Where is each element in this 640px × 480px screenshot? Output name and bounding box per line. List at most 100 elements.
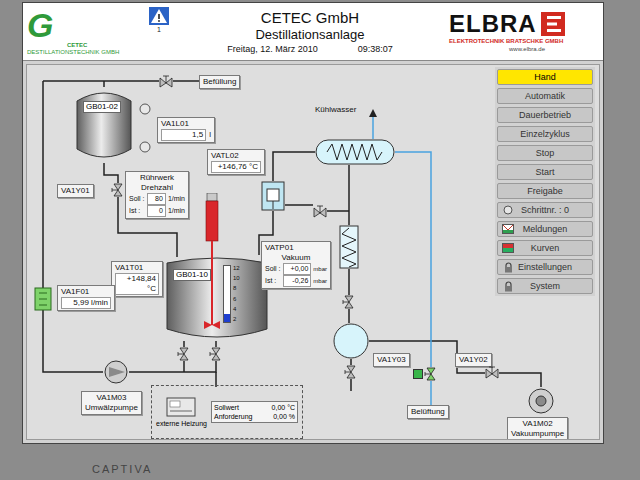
fill-valve-icon[interactable]	[159, 74, 173, 88]
row-label: Sollwert	[214, 403, 239, 412]
receiver-drain-valve-icon[interactable]	[344, 365, 358, 379]
vent-actuator-icon[interactable]	[413, 369, 423, 379]
vessel-temp-box[interactable]: VA1T01+148,84 °C	[111, 261, 163, 297]
level-sensor-box[interactable]: VA1L011,5l	[157, 117, 215, 143]
level-fill	[224, 314, 230, 322]
receiver-inlet-valve-icon[interactable]	[342, 295, 356, 309]
scale-tick: 2	[233, 316, 240, 323]
agitator-box[interactable]: RührwerkDrehzahlSoll :801/minIst :01/min	[125, 171, 189, 219]
scale-tick: 8	[233, 285, 240, 292]
flowmeter-icon	[34, 287, 52, 311]
menu-button[interactable]: Stop	[497, 145, 593, 161]
row-unit: 1/min	[168, 206, 185, 216]
row-label: Soll :	[265, 264, 281, 274]
menu-label: Schrittnr. : 0	[515, 205, 589, 216]
step-icon	[503, 205, 513, 215]
circ-pump-label: VA1M03Umwälzpumpe	[81, 391, 142, 415]
title: Destillationsanlage	[255, 27, 364, 43]
elbra-url: www.elbra.de	[449, 45, 599, 53]
menu-button[interactable]: Start	[497, 164, 593, 180]
menu-button[interactable]: System	[497, 278, 593, 294]
menu-icon-slot	[501, 205, 515, 215]
receiver-icon	[333, 323, 369, 359]
menu-label: Einstellungen	[515, 262, 589, 273]
menu-button[interactable]: Meldungen	[497, 221, 593, 237]
menu-label: Meldungen	[515, 224, 589, 235]
heat-exchanger-icon	[339, 225, 359, 269]
messages-icon	[502, 224, 514, 234]
menu-button[interactable]: Dauerbetrieb	[497, 107, 593, 123]
vacuum-valve-tag: VA1Y02	[455, 353, 492, 367]
menu-button[interactable]: Schrittnr. : 0	[497, 202, 593, 218]
vent-valve-icon[interactable]	[424, 367, 438, 381]
heater-row: Sollwert 0,00 °C	[214, 403, 295, 412]
vent-label: Belüftung	[407, 405, 449, 419]
menu-label: Freigabe	[515, 186, 589, 197]
row-value: +0,00	[283, 263, 311, 275]
row-value: -0,26	[283, 275, 311, 287]
inlet-valve-icon[interactable]	[111, 183, 125, 197]
scale-tick: 6	[233, 296, 240, 303]
vacuum-pump-icon[interactable]	[527, 387, 555, 415]
condensate-valve-icon[interactable]	[313, 204, 327, 218]
menu-label: Stop	[515, 148, 589, 159]
vacuum-row: Soll :+0,00mbar	[265, 263, 327, 275]
temperature-sensor-icon	[261, 181, 285, 211]
tag: VA1T01	[115, 263, 159, 273]
vessel-label: GB01-10	[173, 269, 211, 281]
heater-row: Anforderung0,00 %	[214, 412, 295, 421]
unit: l	[209, 130, 211, 140]
date-time: Freitag, 12. März 201009:38:07	[227, 43, 393, 55]
menu-button[interactable]: Freigabe	[497, 183, 593, 199]
curves-icon	[502, 243, 514, 253]
agitator-row: Soll :801/min	[129, 193, 185, 205]
menu-icon-slot	[501, 243, 515, 253]
menu-icon-slot	[501, 262, 515, 273]
tag: VATP01	[265, 243, 327, 253]
menu-button[interactable]: Hand	[497, 69, 593, 85]
alarm-indicator[interactable]: 1	[147, 7, 171, 34]
vapor-temp-box[interactable]: VATL02+146,76 °C	[207, 149, 265, 175]
logo-mark: G	[27, 8, 147, 42]
menu-label: Dauerbetrieb	[515, 110, 589, 121]
tag: VA1M03	[85, 393, 138, 403]
elbra-logo-icon	[541, 12, 565, 36]
scale-tick: 12	[233, 265, 240, 272]
return-valve-icon[interactable]	[209, 347, 223, 361]
value: +146,76 °C	[211, 161, 261, 173]
vacuum-row: Ist :-0,26mbar	[265, 275, 327, 287]
pump-icon[interactable]	[103, 359, 129, 385]
heater-icon[interactable]	[166, 397, 196, 417]
menu-button[interactable]: Einstellungen	[497, 259, 593, 275]
menu-label: Start	[515, 167, 589, 178]
menu-button[interactable]: Einzelzyklus	[497, 126, 593, 142]
tag: VA1L01	[161, 119, 211, 129]
elbra-subtitle: ELEKTROTECHNIK BRATSCHKE GMBH	[449, 37, 599, 45]
tank-icon	[75, 87, 133, 163]
row-value: 0,00 °C	[272, 403, 295, 412]
row-unit: mbar	[313, 276, 327, 286]
tag: VATL02	[211, 151, 261, 161]
level-bar	[223, 265, 231, 323]
menu-button[interactable]: Kurven	[497, 240, 593, 256]
company: CETEC GmbH	[261, 9, 359, 27]
menu-label: Einzelzyklus	[515, 129, 589, 140]
vacuum-valve-icon[interactable]	[485, 365, 499, 379]
menu-label: Hand	[515, 72, 589, 83]
menu-button[interactable]: Automatik	[497, 88, 593, 104]
logo-right: ELBRAELEKTROTECHNIK BRATSCHKE GMBHwww.el…	[449, 11, 599, 53]
agitator-row: Ist :01/min	[129, 205, 185, 217]
inlet-valve-tag: VA1Y01	[57, 184, 94, 198]
tag: VA1M02	[511, 419, 564, 429]
name: Umwälzpumpe	[85, 403, 138, 413]
logo-line: DESTILLATIONSTECHNIK GMBH	[27, 49, 147, 56]
row-unit: 1/min	[168, 194, 185, 204]
vacuum-box[interactable]: VATP01VakuumSoll :+0,00mbarIst :-0,26mba…	[261, 241, 331, 289]
agitator-icon[interactable]	[203, 193, 221, 333]
warning-icon	[149, 7, 169, 25]
flow-box[interactable]: VA1F015,99 l/min	[57, 285, 115, 311]
row-label: Ist :	[265, 276, 281, 286]
logo-left: GCETECDESTILLATIONSTECHNIK GMBH	[27, 8, 147, 56]
drain-valve-icon[interactable]	[177, 347, 191, 361]
vent-valve-tag: VA1Y03	[373, 353, 410, 367]
